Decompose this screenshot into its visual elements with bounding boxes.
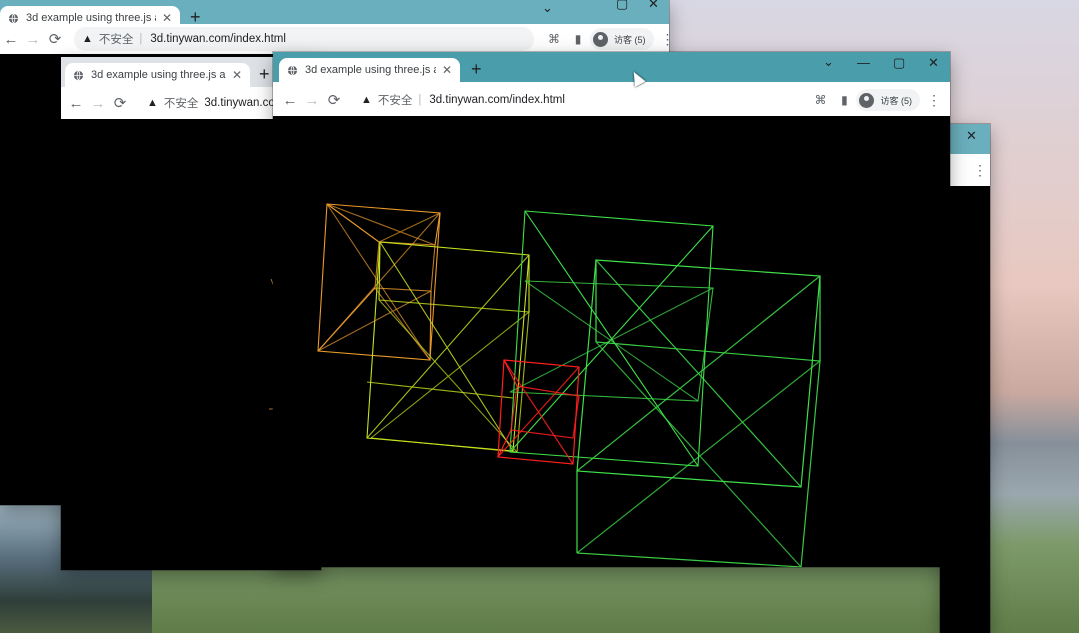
titlebar: 3d example using three.js and ✕ + ⌄ — ▢ … [273, 52, 950, 82]
url-text: 3d.tinywan.com/index.html [150, 33, 286, 45]
new-tab-button[interactable]: + [259, 64, 270, 84]
url-text: 3d.tinywan.com/index.html [429, 94, 565, 106]
new-tab-button[interactable]: + [471, 59, 482, 79]
browser-window-front: 3d example using three.js and ✕ + ⌄ — ▢ … [273, 52, 950, 567]
minimize-icon[interactable]: — [857, 55, 870, 70]
wireframe-scene [317, 203, 821, 567]
tab-close-icon[interactable]: ✕ [162, 11, 172, 25]
translate-icon[interactable]: ⌘ [542, 32, 566, 46]
insecure-label: 不安全 [377, 95, 413, 107]
globe-icon [287, 65, 298, 75]
back-icon[interactable]: ← [279, 92, 301, 109]
reload-icon[interactable]: ⟳ [323, 91, 345, 109]
reload-icon[interactable]: ⟳ [109, 94, 131, 112]
avatar-icon [859, 92, 875, 108]
toolbar: ← → ⟳ ▲ 不安全 | 3d.tinywan.com/index.html … [273, 84, 950, 117]
tab[interactable]: 3d example using three.js and ✕ [65, 63, 250, 87]
insecure-label: 不安全 [98, 34, 134, 46]
translate-icon[interactable]: ⌘ [808, 93, 832, 107]
toolbar: ← → ⟳ ▲ 不安全 | 3d.tinywan.com/index.html … [0, 24, 669, 55]
back-icon[interactable]: ← [0, 31, 22, 48]
close-window-icon[interactable]: ✕ [966, 128, 977, 144]
reload-icon[interactable]: ⟳ [44, 30, 66, 48]
avatar-icon [593, 31, 608, 47]
maximize-icon[interactable]: ▢ [893, 55, 905, 71]
profile-label: 访客 (5) [614, 34, 646, 45]
close-window-icon[interactable]: ✕ [928, 55, 939, 71]
address-bar[interactable]: ▲ 不安全 | 3d.tinywan.com/index.html [353, 88, 801, 112]
back-icon[interactable]: ← [65, 95, 87, 112]
globe-icon [8, 13, 19, 23]
menu-icon[interactable]: ⋮ [658, 31, 669, 48]
chevron-down-icon[interactable]: ⌄ [823, 54, 834, 70]
wireframe-cube-yellow [366, 241, 530, 453]
forward-icon[interactable]: → [87, 95, 109, 112]
warning-icon: ▲ [361, 94, 372, 106]
warning-icon: ▲ [147, 97, 158, 109]
tab-close-icon[interactable]: ✕ [232, 68, 242, 82]
insecure-label: 不安全 [163, 98, 199, 110]
profile-button[interactable]: 访客 (5) [590, 28, 654, 50]
sidepanel-icon[interactable]: ▮ [832, 93, 856, 107]
url-separator: | [139, 33, 143, 45]
warning-icon: ▲ [82, 33, 93, 45]
threejs-canvas[interactable] [273, 116, 950, 567]
profile-label: 访客 (5) [880, 95, 912, 106]
maximize-icon[interactable]: ▢ [616, 0, 628, 12]
address-bar[interactable]: ▲ 不安全 | 3d.tinywan.com/index.html [74, 27, 534, 51]
close-window-icon[interactable]: ✕ [648, 0, 659, 12]
profile-button[interactable]: 访客 (5) [856, 89, 920, 111]
forward-icon[interactable]: → [22, 31, 44, 48]
menu-icon[interactable]: ⋮ [970, 162, 990, 179]
sidepanel-icon[interactable]: ▮ [566, 32, 590, 46]
wireframe-cube-green-back [509, 210, 714, 467]
wireframe-cube-green-front [576, 259, 821, 567]
tab-title: 3d example using three.js and [91, 69, 226, 81]
tab-close-icon[interactable]: ✕ [442, 63, 452, 77]
tab-title: 3d example using three.js and [26, 12, 156, 24]
tab-active[interactable]: 3d example using three.js and ✕ [279, 58, 460, 82]
chevron-down-icon[interactable]: ⌄ [542, 0, 553, 16]
menu-icon[interactable]: ⋮ [924, 92, 944, 109]
url-separator: | [418, 94, 422, 106]
tab-title: 3d example using three.js and [305, 64, 436, 76]
globe-icon [73, 70, 84, 80]
forward-icon[interactable]: → [301, 92, 323, 109]
